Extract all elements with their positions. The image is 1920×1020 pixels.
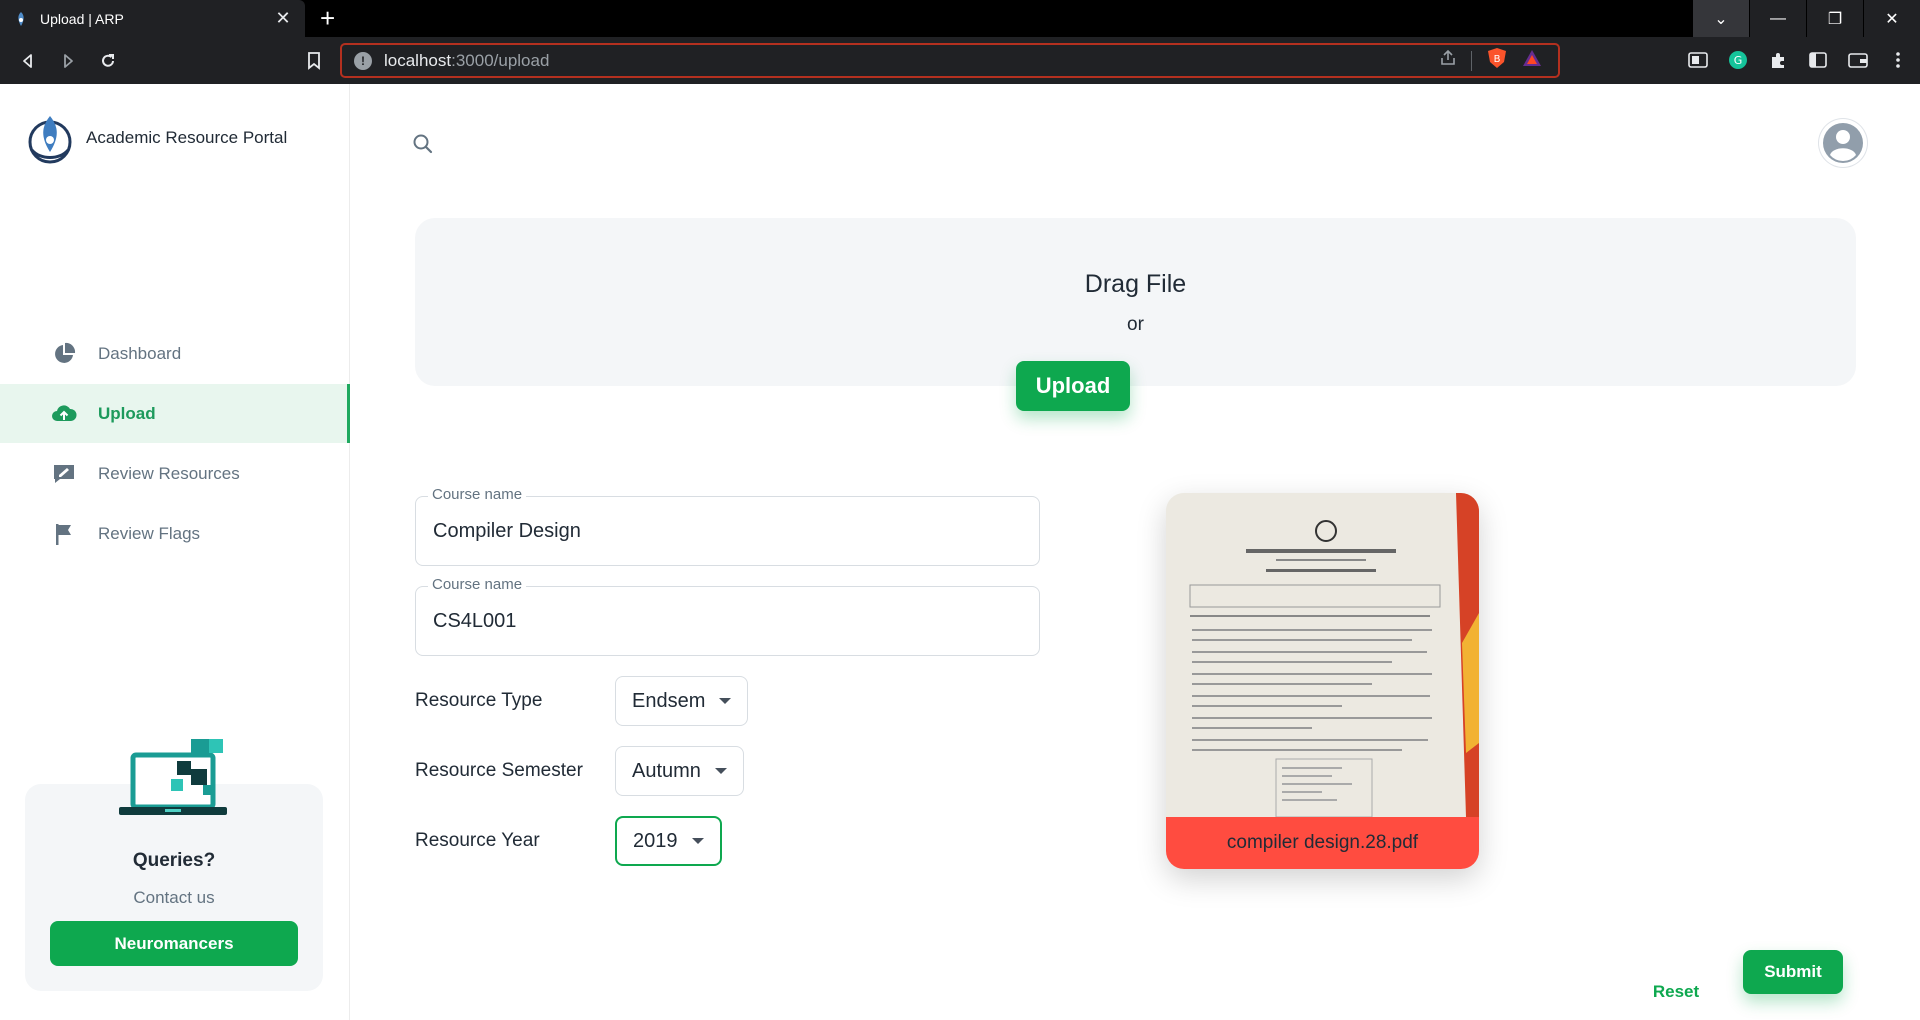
tab-title: Upload | ARP xyxy=(40,10,124,27)
brand-name: Academic Resource Portal xyxy=(86,128,288,147)
divider xyxy=(1471,50,1472,71)
or-text: or xyxy=(1127,314,1144,335)
chevron-down-icon xyxy=(719,698,732,704)
grammarly-icon[interactable]: G xyxy=(1728,50,1748,70)
flag-icon xyxy=(50,520,78,548)
review-icon xyxy=(50,460,78,488)
submit-button[interactable]: Submit xyxy=(1743,950,1843,994)
file-dropzone[interactable]: Drag File or xyxy=(415,218,1856,386)
upload-button[interactable]: Upload xyxy=(1016,361,1130,411)
sidebar-item-label: Dashboard xyxy=(98,343,182,363)
info-icon[interactable]: ! xyxy=(354,51,372,70)
resource-year-label: Resource Year xyxy=(415,830,540,851)
browser-toolbar: ! localhost:3000/upload B G xyxy=(0,37,1920,84)
main-content: Drag File or Upload Course name Course n… xyxy=(351,84,1920,1020)
sidebar-item-label: Review Resources xyxy=(98,463,240,483)
sidebar: Academic Resource Portal Dashboard Uploa… xyxy=(0,84,350,1020)
bookmark-icon[interactable] xyxy=(300,47,328,75)
user-avatar[interactable] xyxy=(1818,118,1868,168)
resource-year-value: 2019 xyxy=(633,829,678,852)
resource-semester-row: Resource Semester Autumn xyxy=(415,746,744,796)
reload-icon[interactable] xyxy=(94,47,122,75)
contact-team-button[interactable]: Neuromancers xyxy=(50,921,298,966)
sidebar-nav: Dashboard Upload Review Resources Review… xyxy=(0,324,350,564)
window-controls: ⌄ — ❐ ✕ xyxy=(1692,0,1920,37)
sidebar-item-label: Upload xyxy=(98,403,156,423)
resource-semester-value: Autumn xyxy=(632,759,701,782)
forward-icon[interactable] xyxy=(54,47,82,75)
sidebar-item-review-resources[interactable]: Review Resources xyxy=(0,444,350,503)
brave-rewards-icon[interactable] xyxy=(1522,48,1542,73)
split-view-icon[interactable] xyxy=(1808,50,1828,70)
window-close-icon[interactable]: ✕ xyxy=(1863,0,1920,37)
sidebar-item-upload[interactable]: Upload xyxy=(0,384,350,443)
share-icon[interactable] xyxy=(1439,49,1457,72)
pie-chart-icon xyxy=(50,340,78,368)
search-icon[interactable] xyxy=(409,130,437,158)
close-tab-icon[interactable]: ✕ xyxy=(273,8,293,29)
browser-tab[interactable]: Upload | ARP ✕ xyxy=(0,0,305,37)
address-bar[interactable]: ! localhost:3000/upload B xyxy=(340,43,1560,78)
sidebar-icon[interactable] xyxy=(1688,50,1708,70)
sidebar-item-dashboard[interactable]: Dashboard xyxy=(0,324,350,383)
course-code-field[interactable]: Course name xyxy=(415,576,1040,656)
resource-type-label: Resource Type xyxy=(415,690,543,711)
brave-shield-icon[interactable]: B xyxy=(1486,47,1508,74)
queries-card: Queries? Contact us Neuromancers xyxy=(25,739,323,991)
reset-button[interactable]: Reset xyxy=(1641,970,1711,1014)
brand[interactable]: Academic Resource Portal xyxy=(24,112,287,164)
browser-tab-strip: Upload | ARP ✕ + ⌄ — ❐ ✕ xyxy=(0,0,1920,37)
cloud-upload-icon xyxy=(50,400,78,428)
menu-icon[interactable] xyxy=(1888,50,1908,70)
wallet-icon[interactable] xyxy=(1848,50,1868,70)
resource-semester-select[interactable]: Autumn xyxy=(615,746,744,796)
restore-icon[interactable]: ❐ xyxy=(1806,0,1863,37)
url-text[interactable]: localhost:3000/upload xyxy=(384,51,1439,71)
course-name-field[interactable]: Course name xyxy=(415,486,1040,566)
resource-year-row: Resource Year 2019 xyxy=(415,816,722,866)
course-code-input[interactable] xyxy=(433,587,1023,655)
site-favicon-icon xyxy=(12,10,30,28)
file-preview-card[interactable]: compiler design.28.pdf xyxy=(1166,493,1479,869)
course-name-input[interactable] xyxy=(433,497,1023,565)
resource-type-select[interactable]: Endsem xyxy=(615,676,749,726)
chevron-down-icon xyxy=(714,768,727,774)
user-icon xyxy=(1819,119,1867,167)
arp-logo-icon xyxy=(28,116,72,164)
document-thumbnail-icon xyxy=(1166,493,1479,818)
resource-year-select[interactable]: 2019 xyxy=(615,816,722,866)
sidebar-item-label: Review Flags xyxy=(98,523,201,543)
queries-subtitle: Contact us xyxy=(133,888,215,907)
chevron-down-icon xyxy=(691,838,704,844)
resource-semester-label: Resource Semester xyxy=(415,760,583,781)
extensions-icon[interactable] xyxy=(1768,50,1788,70)
queries-title: Queries? xyxy=(132,850,216,871)
new-tab-icon[interactable]: + xyxy=(320,4,335,32)
extension-bar: G xyxy=(1688,50,1908,70)
sidebar-item-review-flags[interactable]: Review Flags xyxy=(0,504,350,563)
svg-text:G: G xyxy=(1734,54,1743,67)
svg-text:B: B xyxy=(1494,54,1501,65)
resource-type-row: Resource Type Endsem xyxy=(415,676,749,726)
back-icon[interactable] xyxy=(14,47,42,75)
tab-search-icon[interactable]: ⌄ xyxy=(1692,0,1749,37)
computer-illustration-icon xyxy=(119,739,227,815)
drag-file-text: Drag File xyxy=(1084,270,1187,298)
resource-type-value: Endsem xyxy=(632,689,706,712)
minimize-icon[interactable]: — xyxy=(1749,0,1806,37)
file-name-bar: compiler design.28.pdf xyxy=(1166,817,1479,869)
